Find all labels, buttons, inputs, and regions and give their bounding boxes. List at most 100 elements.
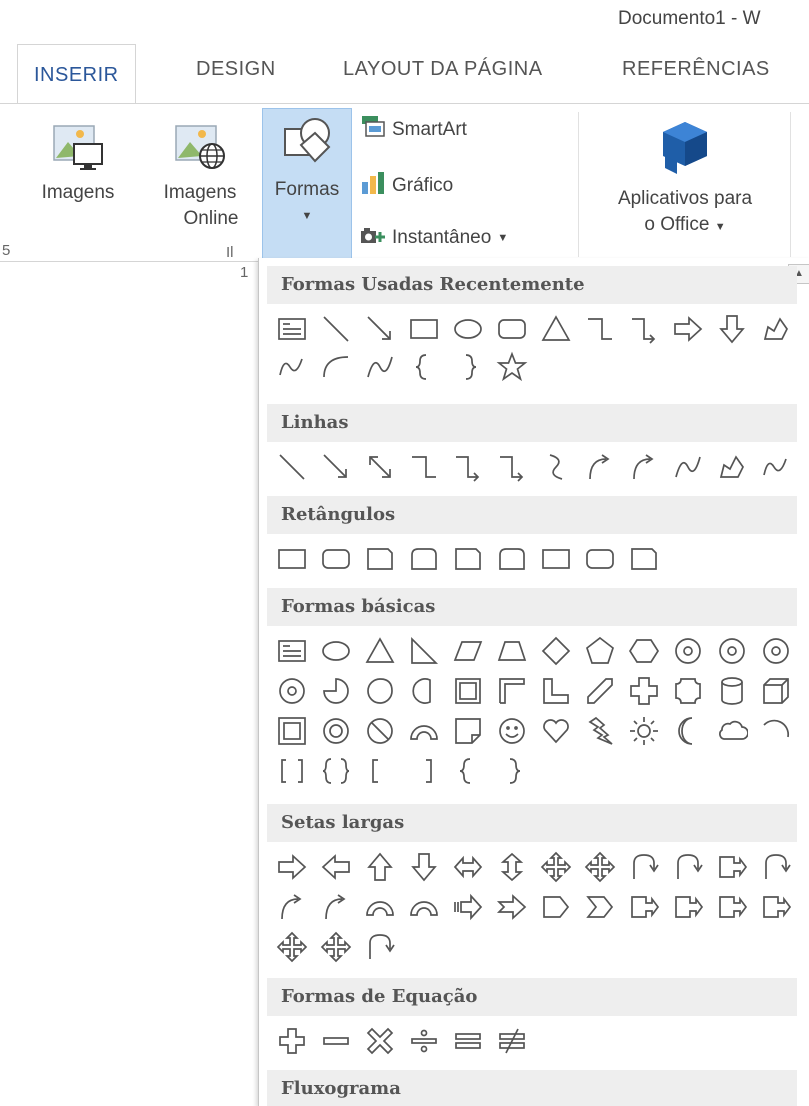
uarrow-icon[interactable] (361, 848, 399, 886)
rarrow-icon[interactable] (273, 848, 311, 886)
arrowline-icon[interactable] (361, 310, 399, 348)
scurve-icon[interactable] (537, 448, 575, 486)
chevron-icon[interactable] (581, 888, 619, 926)
rrect-icon[interactable] (317, 540, 355, 578)
dblarrow-icon[interactable] (361, 448, 399, 486)
circnum-icon[interactable] (713, 632, 751, 670)
para-icon[interactable] (449, 632, 487, 670)
diamond-icon[interactable] (537, 632, 575, 670)
snip-icon[interactable] (449, 540, 487, 578)
halfframe-icon[interactable] (493, 672, 531, 710)
elbow-icon[interactable] (581, 310, 619, 348)
ellipse-icon[interactable] (449, 310, 487, 348)
rect-icon[interactable] (405, 310, 443, 348)
diag-icon[interactable] (581, 672, 619, 710)
bevel-icon[interactable] (273, 712, 311, 750)
rbrace-icon[interactable] (493, 752, 531, 790)
rtri-icon[interactable] (405, 632, 443, 670)
striped-icon[interactable] (449, 888, 487, 926)
can-icon[interactable] (713, 672, 751, 710)
curvearrow-icon[interactable] (581, 448, 619, 486)
formas-button[interactable]: Formas ▼ (262, 108, 352, 260)
line-icon[interactable] (317, 310, 355, 348)
rect-icon[interactable] (273, 540, 311, 578)
tri-icon[interactable] (361, 632, 399, 670)
arrowline-icon[interactable] (317, 448, 355, 486)
circnum-icon[interactable] (273, 672, 311, 710)
cloud-icon[interactable] (713, 712, 751, 750)
elbowarrow-icon[interactable] (625, 310, 663, 348)
snip-icon[interactable] (625, 540, 663, 578)
callout-icon[interactable] (757, 888, 795, 926)
tab-referencias[interactable]: REFERÊNCIAS (622, 58, 770, 81)
freeform-icon[interactable] (713, 448, 751, 486)
quadarrow-icon[interactable] (317, 928, 355, 966)
moon-icon[interactable] (669, 712, 707, 750)
smiley-icon[interactable] (493, 712, 531, 750)
trap-icon[interactable] (493, 632, 531, 670)
callout-icon[interactable] (713, 888, 751, 926)
quadarrow-icon[interactable] (581, 848, 619, 886)
callout-icon[interactable] (669, 888, 707, 926)
star-icon[interactable] (493, 348, 531, 386)
tab-design[interactable]: DESIGN (196, 58, 276, 81)
lbrace-icon[interactable] (405, 348, 443, 386)
arc-icon[interactable] (361, 888, 399, 926)
arcline-icon[interactable] (317, 348, 355, 386)
elbowarrow-icon[interactable] (449, 448, 487, 486)
curvearrow-icon[interactable] (625, 448, 663, 486)
brackets-icon[interactable] (273, 752, 311, 790)
mult-icon[interactable] (361, 1022, 399, 1060)
rect-icon[interactable] (537, 540, 575, 578)
elbow-icon[interactable] (405, 448, 443, 486)
donut-icon[interactable] (317, 712, 355, 750)
hexagon-icon[interactable] (625, 632, 663, 670)
frame-icon[interactable] (449, 672, 487, 710)
arc-icon[interactable] (405, 888, 443, 926)
aplicativos-para-office-button[interactable]: Aplicativos para o Office ▼ (590, 114, 780, 254)
callout-icon[interactable] (625, 888, 663, 926)
chord-icon[interactable] (405, 672, 443, 710)
tab-inserir[interactable]: INSERIR (17, 44, 136, 104)
curvearrow-icon[interactable] (273, 888, 311, 926)
pentarrow-icon[interactable] (537, 888, 575, 926)
quadarrow-icon[interactable] (273, 928, 311, 966)
pentagon-icon[interactable] (581, 632, 619, 670)
noteq-icon[interactable] (493, 1022, 531, 1060)
curve-icon[interactable] (669, 448, 707, 486)
elbowarrow-icon[interactable] (493, 448, 531, 486)
snip-icon[interactable] (361, 540, 399, 578)
circnum-icon[interactable] (757, 632, 795, 670)
tri-icon[interactable] (537, 310, 575, 348)
darrow-icon[interactable] (713, 310, 751, 348)
imagens-button[interactable]: Imagens (38, 114, 118, 254)
equal-icon[interactable] (449, 1022, 487, 1060)
tear-icon[interactable] (361, 672, 399, 710)
line-icon[interactable] (273, 448, 311, 486)
cube-icon[interactable] (757, 672, 795, 710)
cross-icon[interactable] (625, 672, 663, 710)
nosym-icon[interactable] (361, 712, 399, 750)
scribble-icon[interactable] (757, 448, 795, 486)
ellipse-icon[interactable] (317, 632, 355, 670)
fold-icon[interactable] (449, 712, 487, 750)
quadarrow-icon[interactable] (537, 848, 575, 886)
curve-icon[interactable] (361, 348, 399, 386)
larrow-icon[interactable] (317, 848, 355, 886)
uturn-icon[interactable] (625, 848, 663, 886)
sun-icon[interactable] (625, 712, 663, 750)
plus-icon[interactable] (273, 1022, 311, 1060)
arc-icon[interactable] (405, 712, 443, 750)
round1-icon[interactable] (493, 540, 531, 578)
rbracket-icon[interactable] (405, 752, 443, 790)
uturn-icon[interactable] (757, 848, 795, 886)
lbracket-icon[interactable] (361, 752, 399, 790)
instantaneo-button[interactable]: Instantâneo ▼ (360, 222, 508, 254)
curvearrow-icon[interactable] (317, 888, 355, 926)
scribble-icon[interactable] (273, 348, 311, 386)
imagens-online-button[interactable]: Imagens Online (150, 114, 250, 254)
heart-icon[interactable] (537, 712, 575, 750)
circnum-icon[interactable] (669, 632, 707, 670)
plaque-icon[interactable] (669, 672, 707, 710)
bolt-icon[interactable] (581, 712, 619, 750)
